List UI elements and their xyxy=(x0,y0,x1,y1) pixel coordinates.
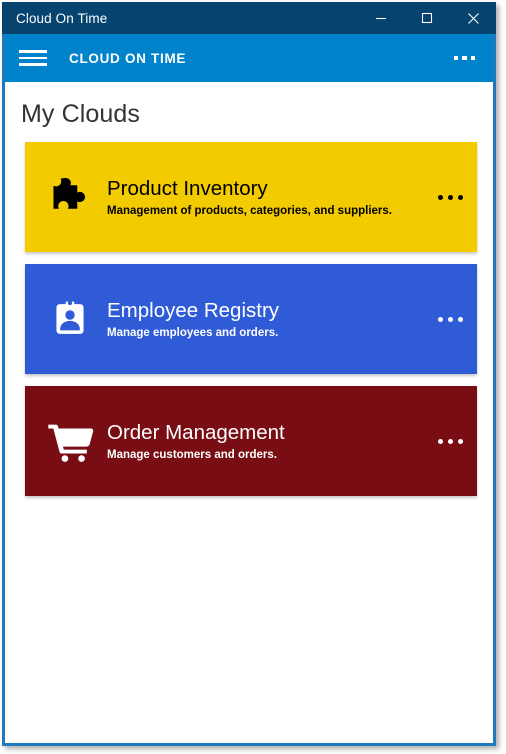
cloud-card-employee-registry[interactable]: Employee Registry Manage employees and o… xyxy=(25,264,477,374)
title-bar: Cloud On Time xyxy=(2,2,496,34)
window-title: Cloud On Time xyxy=(16,10,108,26)
app-bar: CLOUD ON TIME xyxy=(5,34,493,82)
cloud-card-subtitle: Manage customers and orders. xyxy=(107,448,277,461)
puzzle-piece-icon xyxy=(39,174,101,220)
id-badge-icon xyxy=(39,298,101,340)
cloud-card-subtitle: Manage employees and orders. xyxy=(107,326,279,339)
cloud-card-title: Employee Registry xyxy=(107,299,280,323)
cloud-card-list: Product Inventory Management of products… xyxy=(5,142,493,496)
cloud-card-order-management[interactable]: Order Management Manage customers and or… xyxy=(25,386,477,496)
hamburger-icon[interactable] xyxy=(19,47,47,69)
cloud-card-title: Product Inventory xyxy=(107,177,268,201)
maximize-button[interactable] xyxy=(404,2,450,34)
main-content: My Clouds Product Inventory Management o… xyxy=(5,82,493,743)
more-options-icon[interactable] xyxy=(452,48,478,69)
cloud-card-more-options-icon[interactable] xyxy=(423,438,477,444)
shopping-cart-icon xyxy=(39,419,101,463)
cloud-card-subtitle: Management of products, categories, and … xyxy=(107,204,393,217)
cloud-card-text: Product Inventory Management of products… xyxy=(101,177,423,216)
cloud-card-product-inventory[interactable]: Product Inventory Management of products… xyxy=(25,142,477,252)
cloud-card-more-options-icon[interactable] xyxy=(423,316,477,322)
close-button[interactable] xyxy=(450,2,496,34)
cloud-card-title: Order Management xyxy=(107,421,285,445)
cloud-card-text: Order Management Manage customers and or… xyxy=(101,421,423,460)
app-window: Cloud On Time CLOUD ON TIME My Clouds Pr… xyxy=(2,2,496,746)
window-controls xyxy=(358,2,496,34)
cloud-card-more-options-icon[interactable] xyxy=(423,194,477,200)
cloud-card-text: Employee Registry Manage employees and o… xyxy=(101,299,423,338)
minimize-button[interactable] xyxy=(358,2,404,34)
page-title: My Clouds xyxy=(21,100,140,128)
app-title: CLOUD ON TIME xyxy=(69,50,187,66)
